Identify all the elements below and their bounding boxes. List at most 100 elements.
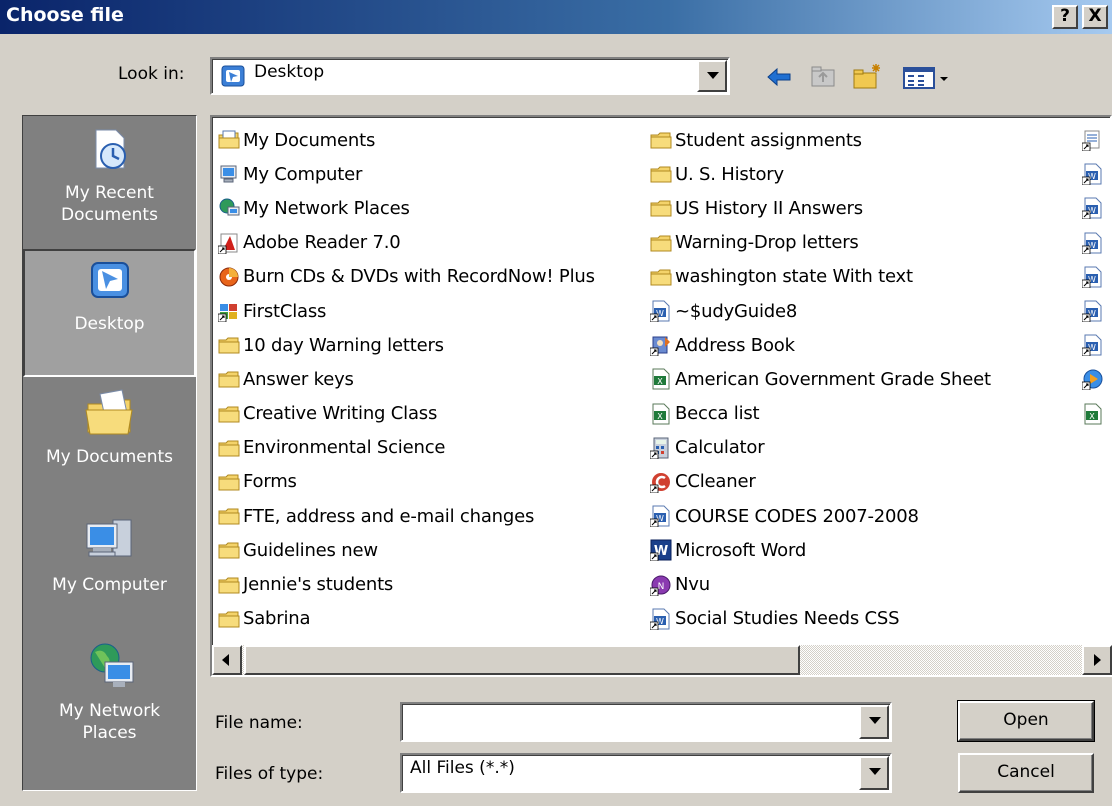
file-name: 10 day Warning letters xyxy=(243,334,444,356)
places-bar: My Recent Documents Desktop My Documents… xyxy=(22,115,197,791)
file-name: FTE, address and e-mail changes xyxy=(243,505,535,527)
file-name-dropdown-button[interactable] xyxy=(859,705,889,739)
file-list-item[interactable]: U. S. History xyxy=(650,157,991,191)
word-document-icon: W xyxy=(1082,197,1102,220)
shortcut-icon xyxy=(1082,130,1100,152)
file-list-item[interactable]: Warning-Drop letters xyxy=(650,226,991,260)
calculator-icon xyxy=(650,437,669,459)
files-of-type-dropdown[interactable]: All Files (*.*) xyxy=(400,753,892,793)
file-list-item[interactable]: Creative Writing Class xyxy=(218,397,595,431)
file-name: Environmental Science xyxy=(243,437,446,459)
my-computer-icon xyxy=(220,165,237,183)
open-button[interactable]: Open xyxy=(957,700,1095,742)
horizontal-scrollbar[interactable] xyxy=(212,645,1112,675)
file-list-item[interactable]: W xyxy=(1082,328,1107,362)
view-menu-icon[interactable] xyxy=(900,60,956,94)
file-list-item[interactable]: FirstClass xyxy=(218,294,595,328)
file-list-item[interactable]: X Becca list xyxy=(650,397,991,431)
file-list-item[interactable]: 10 day Warning letters xyxy=(218,328,595,362)
folder-icon xyxy=(218,440,240,457)
place-my-recent-documents[interactable]: My Recent Documents xyxy=(23,126,196,251)
svg-text:X: X xyxy=(657,412,663,421)
file-list-item[interactable]: Sabrina xyxy=(218,602,595,636)
recordnow-icon xyxy=(219,267,239,287)
ms-word-icon: W xyxy=(650,539,672,562)
place-my-network-places[interactable]: My Network Places xyxy=(23,638,196,778)
look-in-value: Desktop xyxy=(254,62,325,82)
file-list-item[interactable]: Jennie's students xyxy=(218,567,595,601)
file-name: US History II Answers xyxy=(675,197,863,219)
scroll-left-button[interactable] xyxy=(212,645,242,675)
network-places-icon xyxy=(90,643,133,687)
file-list-item[interactable]: W xyxy=(1082,157,1107,191)
scroll-right-button[interactable] xyxy=(1082,645,1112,675)
help-button[interactable]: ? xyxy=(1052,5,1078,29)
place-my-documents[interactable]: My Documents xyxy=(23,388,196,498)
file-list-item[interactable]: Address Book xyxy=(650,328,991,362)
up-folder-icon[interactable] xyxy=(806,60,840,94)
file-list-item[interactable]: Burn CDs & DVDs with RecordNow! Plus xyxy=(218,260,595,294)
file-list-item[interactable]: W xyxy=(1082,294,1107,328)
file-list-item[interactable]: X xyxy=(1082,397,1107,431)
file-name-label: File name: xyxy=(215,713,303,733)
file-list[interactable]: My Documents My Computer My Network Places… xyxy=(210,115,1112,677)
my-computer-icon xyxy=(86,519,131,557)
files-of-type-dropdown-button[interactable] xyxy=(859,756,889,790)
network-places-icon xyxy=(219,198,240,216)
file-list-item[interactable]: W Microsoft Word xyxy=(650,533,991,567)
file-list-item[interactable]: W Social Studies Needs CSS xyxy=(650,602,991,636)
word-document-icon: W xyxy=(1082,300,1102,323)
file-list-item[interactable]: W COURSE CODES 2007-2008 xyxy=(650,499,991,533)
file-list-item[interactable]: My Computer xyxy=(218,157,595,191)
file-list-item[interactable]: US History II Answers xyxy=(650,191,991,225)
file-list-item[interactable]: W ~$udyGuide8 xyxy=(650,294,991,328)
file-name: Address Book xyxy=(675,334,795,356)
look-in-label: Look in: xyxy=(118,64,185,84)
back-arrow-icon[interactable] xyxy=(762,60,796,94)
file-list-item[interactable]: Answer keys xyxy=(218,362,595,396)
file-list-item[interactable]: W xyxy=(1082,191,1107,225)
scroll-thumb[interactable] xyxy=(244,645,800,675)
place-desktop[interactable]: Desktop xyxy=(23,249,196,377)
file-list-item[interactable]: FTE, address and e-mail changes xyxy=(218,499,595,533)
file-list-item[interactable]: N Nvu xyxy=(650,567,991,601)
file-list-item[interactable]: Environmental Science xyxy=(218,431,595,465)
file-list-item[interactable]: CCleaner xyxy=(650,465,991,499)
file-list-item[interactable]: Student assignments xyxy=(650,123,991,157)
folder-icon xyxy=(218,371,240,388)
place-my-computer[interactable]: My Computer xyxy=(23,514,196,634)
file-list-item[interactable]: Adobe Reader 7.0 xyxy=(218,226,595,260)
look-in-dropdown[interactable]: Desktop xyxy=(210,57,730,95)
folder-icon xyxy=(218,577,240,594)
file-name: Burn CDs & DVDs with RecordNow! Plus xyxy=(243,266,595,288)
firstclass-icon xyxy=(218,304,237,323)
file-name-field[interactable] xyxy=(400,702,892,742)
folder-icon xyxy=(650,235,672,252)
file-name: American Government Grade Sheet xyxy=(675,368,991,390)
file-name: Jennie's students xyxy=(243,574,394,596)
file-list-item[interactable] xyxy=(1082,362,1107,396)
file-name: Creative Writing Class xyxy=(243,403,438,425)
close-button[interactable]: X xyxy=(1082,5,1108,29)
file-list-item[interactable]: Calculator xyxy=(650,431,991,465)
new-folder-icon[interactable] xyxy=(850,60,884,94)
cancel-button[interactable]: Cancel xyxy=(958,753,1094,793)
file-list-item[interactable]: My Documents xyxy=(218,123,595,157)
file-list-item[interactable]: washington state With text xyxy=(650,260,991,294)
file-list-item[interactable]: W xyxy=(1082,260,1107,294)
word-document-icon: W xyxy=(1082,232,1102,254)
word-document-icon: W xyxy=(1082,266,1102,288)
ccleaner-icon xyxy=(650,472,670,493)
file-list-item[interactable]: Forms xyxy=(218,465,595,499)
look-in-dropdown-button[interactable] xyxy=(697,60,727,92)
file-list-item[interactable]: My Network Places xyxy=(218,191,595,225)
file-list-item[interactable] xyxy=(1082,123,1107,157)
file-list-item[interactable]: W xyxy=(1082,226,1107,260)
file-name: COURSE CODES 2007-2008 xyxy=(675,505,919,527)
file-name: FirstClass xyxy=(243,300,327,322)
file-list-item[interactable]: X American Government Grade Sheet xyxy=(650,362,991,396)
file-list-item[interactable]: Guidelines new xyxy=(218,533,595,567)
folder-icon xyxy=(218,337,240,354)
my-documents-icon xyxy=(84,389,133,435)
recent-documents-icon xyxy=(95,129,126,169)
